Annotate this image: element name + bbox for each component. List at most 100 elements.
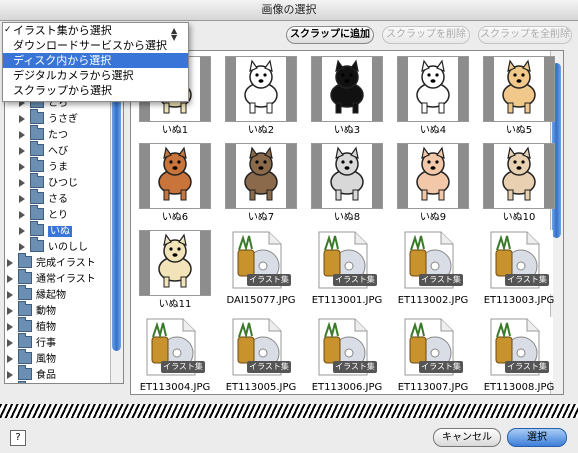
- dog-illustration: [397, 143, 469, 209]
- folder-icon: [18, 253, 32, 268]
- file-icon: イラスト集: [225, 317, 295, 381]
- image-thumbnail[interactable]: いぬ3: [304, 52, 390, 138]
- image-filename: ET113008.JPG: [483, 382, 555, 393]
- disclosure-triangle-icon[interactable]: [19, 211, 25, 219]
- help-button[interactable]: ?: [10, 430, 26, 446]
- image-grid: いぬ1 いぬ2 いぬ3 いぬ4 いぬ5 いぬ6 いぬ7 いぬ8 いぬ9 いぬ10 いぬ11 イラスト集…: [130, 50, 564, 395]
- image-thumbnail[interactable]: イラスト集 ET113007.JPG: [390, 313, 476, 394]
- disclosure-triangle-icon[interactable]: [19, 227, 25, 235]
- window-title: 画像の選択: [0, 0, 578, 21]
- image-thumbnail[interactable]: いぬ4: [390, 52, 476, 138]
- image-thumbnail[interactable]: いぬ9: [390, 139, 476, 225]
- file-icon: イラスト集: [483, 317, 553, 381]
- source-menu-item-label: イラスト集から選択: [13, 24, 112, 37]
- dog-illustration: [139, 143, 211, 209]
- image-thumbnail[interactable]: イラスト集 ET113008.JPG: [476, 313, 562, 394]
- image-filename: ET113004.JPG: [139, 382, 211, 393]
- status-stripe: [0, 404, 578, 418]
- source-menu-item[interactable]: スクラップから選択: [3, 83, 188, 98]
- sidebar-item-label: 風物: [36, 354, 56, 365]
- image-thumbnail[interactable]: いぬ7: [218, 139, 304, 225]
- disclosure-triangle-icon[interactable]: [19, 163, 25, 171]
- image-thumbnail[interactable]: いぬ2: [218, 52, 304, 138]
- sidebar-item[interactable]: いのしし: [19, 237, 109, 256]
- image-thumbnail[interactable]: イラスト集 ET113004.JPG: [132, 313, 218, 394]
- sidebar-item[interactable]: 景色: [18, 381, 26, 383]
- file-icon: イラスト集: [311, 317, 381, 381]
- sidebar-scroll-thumb[interactable]: [112, 81, 121, 351]
- disclosure-triangle-icon[interactable]: [19, 131, 25, 139]
- image-filename: いぬ4: [419, 125, 447, 136]
- image-filename: ET113001.JPG: [311, 295, 383, 306]
- image-filename: いぬ10: [502, 212, 536, 223]
- folder-icon: [30, 237, 44, 252]
- image-thumbnail[interactable]: いぬ5: [476, 52, 562, 138]
- add-to-scrap-button[interactable]: スクラップに追加: [286, 26, 374, 44]
- image-filename: ET113005.JPG: [225, 382, 297, 393]
- disclosure-triangle-icon[interactable]: [7, 307, 13, 315]
- disclosure-triangle-icon[interactable]: [19, 243, 25, 251]
- image-filename: いぬ8: [333, 212, 361, 223]
- sidebar-item-label: さる: [48, 194, 68, 205]
- folder-icon: [18, 285, 32, 300]
- folder-icon: [30, 157, 44, 172]
- image-filename: ET113006.JPG: [311, 382, 383, 393]
- image-thumbnail[interactable]: いぬ6: [132, 139, 218, 225]
- image-thumbnail[interactable]: イラスト集 ET113005.JPG: [218, 313, 304, 394]
- delete-scrap-button[interactable]: スクラップを削除: [382, 26, 470, 44]
- image-thumbnail[interactable]: イラスト集 ET113003.JPG: [476, 226, 562, 312]
- sidebar-item-label: いぬ: [48, 226, 72, 237]
- illustration-collection-badge: イラスト集: [419, 361, 463, 373]
- folder-icon: [18, 317, 32, 332]
- disclosure-triangle-icon[interactable]: [7, 275, 13, 283]
- source-menu-item[interactable]: デジタルカメラから選択: [3, 68, 188, 83]
- sidebar-item-label: とり: [48, 210, 68, 221]
- popup-arrows-icon: ▲ ▼: [171, 26, 178, 42]
- sidebar-item-label: 食品: [36, 370, 56, 381]
- disclosure-triangle-icon[interactable]: [19, 179, 25, 187]
- sidebar-item-label: うま: [48, 162, 68, 173]
- disclosure-triangle-icon[interactable]: [19, 115, 25, 123]
- sidebar-item-label: 完成イラスト: [36, 258, 96, 269]
- source-menu-item-label: スクラップから選択: [13, 84, 112, 97]
- image-thumbnail[interactable]: イラスト集 ET113002.JPG: [390, 226, 476, 312]
- illustration-collection-badge: イラスト集: [505, 361, 549, 373]
- folder-icon: [30, 205, 44, 220]
- dog-illustration: [311, 56, 383, 122]
- source-menu-item[interactable]: ダウンロードサービスから選択: [3, 38, 188, 53]
- image-filename: いぬ7: [247, 212, 275, 223]
- image-filename: ET113007.JPG: [397, 382, 469, 393]
- file-icon: イラスト集: [139, 317, 209, 381]
- source-menu-item[interactable]: ✓ イラスト集から選択: [3, 23, 188, 38]
- image-thumbnail[interactable]: いぬ10: [476, 139, 562, 225]
- disclosure-triangle-icon[interactable]: [7, 323, 13, 331]
- disclosure-triangle-icon[interactable]: [7, 259, 13, 267]
- disclosure-triangle-icon[interactable]: [7, 291, 13, 299]
- cancel-button[interactable]: キャンセル: [433, 428, 501, 447]
- delete-all-scrap-button[interactable]: スクラップを全削除: [478, 26, 572, 44]
- illustration-collection-badge: イラスト集: [333, 361, 377, 373]
- illustration-collection-badge: イラスト集: [247, 361, 291, 373]
- image-thumbnail[interactable]: イラスト集 DAI15077.JPG: [218, 226, 304, 312]
- source-menu-item[interactable]: ディスク内から選択: [3, 53, 188, 68]
- illustration-collection-badge: イラスト集: [247, 274, 291, 286]
- disclosure-triangle-icon[interactable]: [7, 355, 13, 363]
- illustration-collection-badge: イラスト集: [333, 274, 377, 286]
- disclosure-triangle-icon[interactable]: [19, 195, 25, 203]
- disclosure-triangle-icon[interactable]: [7, 371, 13, 379]
- disclosure-triangle-icon[interactable]: [19, 147, 25, 155]
- dog-illustration: [311, 143, 383, 209]
- dog-illustration: [397, 56, 469, 122]
- illustration-collection-badge: イラスト集: [419, 274, 463, 286]
- file-icon: イラスト集: [397, 317, 467, 381]
- select-button[interactable]: 選択: [507, 428, 567, 447]
- dog-illustration: [225, 56, 297, 122]
- source-menu-item-label: デジタルカメラから選択: [13, 69, 134, 82]
- image-thumbnail[interactable]: イラスト集 ET113006.JPG: [304, 313, 390, 394]
- image-thumbnail[interactable]: イラスト集 ET113001.JPG: [304, 226, 390, 312]
- disclosure-triangle-icon[interactable]: [7, 339, 13, 347]
- source-menu-item-label: ダウンロードサービスから選択: [13, 39, 167, 52]
- illustration-collection-badge: イラスト集: [161, 361, 205, 373]
- image-thumbnail[interactable]: いぬ8: [304, 139, 390, 225]
- image-thumbnail[interactable]: いぬ11: [132, 226, 218, 312]
